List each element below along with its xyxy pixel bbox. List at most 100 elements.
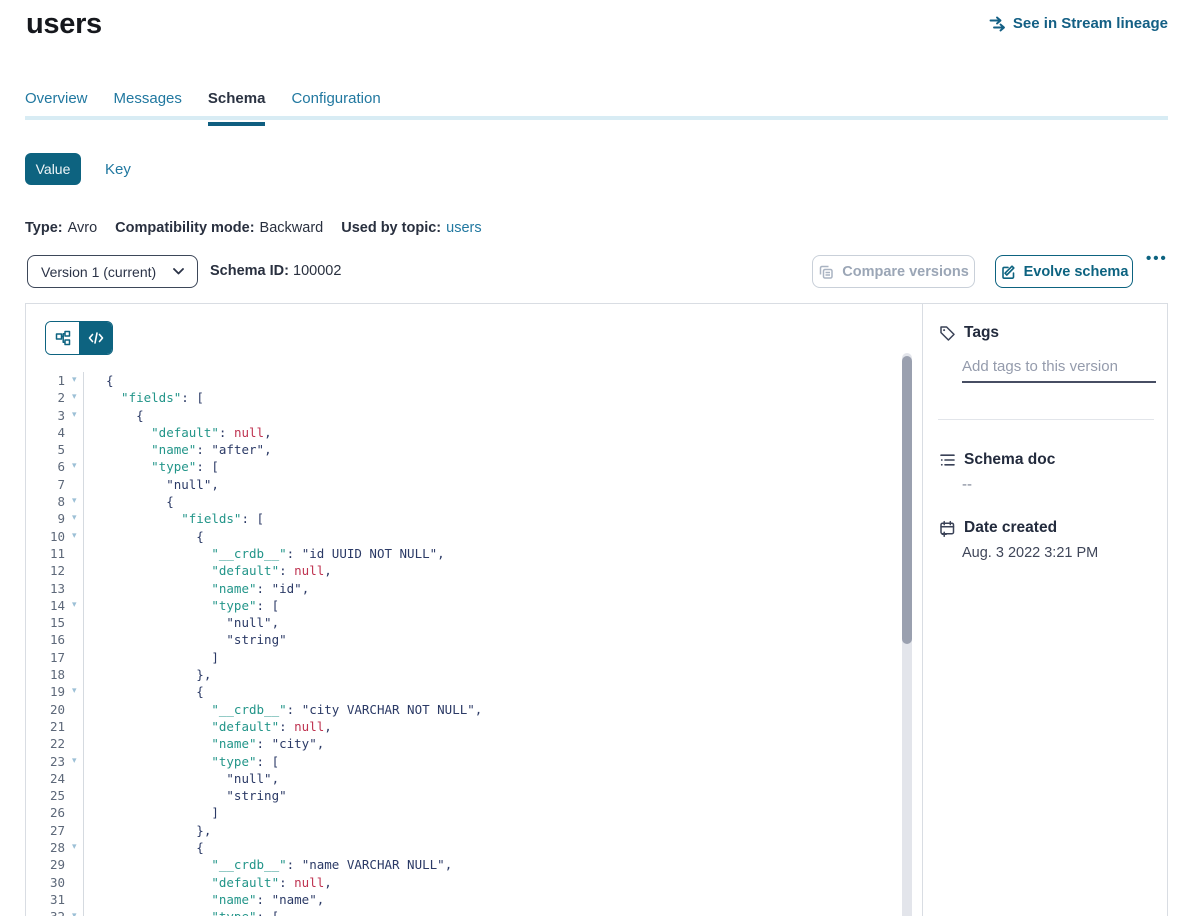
line-number: 31 xyxy=(26,891,65,908)
code-line: 10▾ { xyxy=(26,528,902,545)
fold-toggle-icon[interactable]: ▾ xyxy=(65,407,84,424)
code-line: 6▾ "type": [ xyxy=(26,458,902,475)
schema-page: users See in Stream lineage Overview Mes… xyxy=(0,0,1189,916)
line-number: 20 xyxy=(26,701,65,718)
fold-toggle-icon[interactable]: ▾ xyxy=(65,597,84,614)
compare-copy-icon xyxy=(818,264,834,280)
tab-schema[interactable]: Schema xyxy=(208,90,266,126)
line-number: 27 xyxy=(26,822,65,839)
tags-title: Tags xyxy=(964,324,999,342)
code-line: 7 "null", xyxy=(26,476,902,493)
line-number: 22 xyxy=(26,735,65,752)
code-text: ] xyxy=(84,804,219,821)
code-text: "null", xyxy=(84,770,279,787)
tab-messages[interactable]: Messages xyxy=(114,90,182,126)
calendar-add-icon xyxy=(939,520,956,537)
code-text: "name": "id", xyxy=(84,580,309,597)
code-text: "fields": [ xyxy=(84,510,264,527)
code-line: 29 "__crdb__": "name VARCHAR NULL", xyxy=(26,856,902,873)
scrollbar-thumb[interactable] xyxy=(902,356,912,644)
line-number: 6 xyxy=(26,458,65,475)
line-number: 9 xyxy=(26,510,65,527)
line-number: 15 xyxy=(26,614,65,631)
fold-toggle-icon[interactable]: ▾ xyxy=(65,753,84,770)
evolve-schema-label: Evolve schema xyxy=(1024,264,1129,280)
tags-section-header: Tags xyxy=(939,324,999,342)
fold-toggle-icon[interactable]: ▾ xyxy=(65,528,84,545)
version-dropdown[interactable]: Version 1 (current) xyxy=(27,255,198,288)
fold-toggle-icon[interactable]: ▾ xyxy=(65,458,84,475)
tree-view-icon[interactable] xyxy=(46,322,79,354)
code-text: "type": [ xyxy=(84,753,279,770)
schema-id-value: 100002 xyxy=(293,263,341,279)
chevron-down-icon xyxy=(173,268,184,275)
fold-gutter xyxy=(65,666,84,683)
fold-toggle-icon[interactable]: ▾ xyxy=(65,683,84,700)
schema-doc-title: Schema doc xyxy=(964,451,1055,469)
fold-gutter xyxy=(65,649,84,666)
value-toggle-button[interactable]: Value xyxy=(25,153,81,185)
code-text: { xyxy=(84,372,114,389)
fold-toggle-icon[interactable]: ▾ xyxy=(65,493,84,510)
fold-toggle-icon[interactable]: ▾ xyxy=(65,908,84,916)
code-text: "fields": [ xyxy=(84,389,204,406)
date-created-value: Aug. 3 2022 3:21 PM xyxy=(962,545,1098,561)
see-in-stream-lineage-link[interactable]: See in Stream lineage xyxy=(989,15,1168,32)
code-text: "__crdb__": "id UUID NOT NULL", xyxy=(84,545,445,562)
fold-toggle-icon[interactable]: ▾ xyxy=(65,389,84,406)
schema-doc-value: -- xyxy=(962,476,972,493)
evolve-schema-button[interactable]: Evolve schema xyxy=(995,255,1133,288)
fold-gutter xyxy=(65,856,84,873)
code-line: 13 "name": "id", xyxy=(26,580,902,597)
sidebar-divider xyxy=(938,419,1154,420)
code-line: 12 "default": null, xyxy=(26,562,902,579)
scrollbar-track[interactable] xyxy=(902,353,912,916)
code-text: "name": "name", xyxy=(84,891,324,908)
fold-toggle-icon[interactable]: ▾ xyxy=(65,510,84,527)
fold-gutter xyxy=(65,562,84,579)
list-icon xyxy=(939,452,956,468)
tab-overview[interactable]: Overview xyxy=(25,90,88,126)
more-actions-button[interactable]: ••• xyxy=(1146,250,1168,267)
code-text: }, xyxy=(84,666,211,683)
code-text: "name": "after", xyxy=(84,441,272,458)
add-tags-input[interactable] xyxy=(962,351,1156,383)
line-number: 3 xyxy=(26,407,65,424)
code-line: 16 "string" xyxy=(26,631,902,648)
code-line: 31 "name": "name", xyxy=(26,891,902,908)
line-number: 16 xyxy=(26,631,65,648)
fold-toggle-icon[interactable]: ▾ xyxy=(65,372,84,389)
code-text: { xyxy=(84,493,174,510)
compare-versions-button[interactable]: Compare versions xyxy=(812,255,975,288)
fold-toggle-icon[interactable]: ▾ xyxy=(65,839,84,856)
lineage-link-label: See in Stream lineage xyxy=(1013,15,1168,32)
date-created-title: Date created xyxy=(964,519,1057,537)
line-number: 7 xyxy=(26,476,65,493)
code-line: 5 "name": "after", xyxy=(26,441,902,458)
code-text: "string" xyxy=(84,631,287,648)
fold-gutter xyxy=(65,476,84,493)
code-text: "__crdb__": "city VARCHAR NOT NULL", xyxy=(84,701,482,718)
tab-configuration[interactable]: Configuration xyxy=(291,90,380,126)
code-text: { xyxy=(84,407,144,424)
tab-underline-track xyxy=(25,116,1168,120)
schema-id-label: Schema ID: xyxy=(210,263,289,279)
code-line: 32▾ "type": [ xyxy=(26,908,902,916)
code-line: 2▾ "fields": [ xyxy=(26,389,902,406)
page-title: users xyxy=(26,8,102,41)
code-view-icon[interactable] xyxy=(79,322,112,354)
compatibility-value: Backward xyxy=(260,220,324,236)
compare-versions-label: Compare versions xyxy=(842,264,969,280)
view-mode-toggle xyxy=(45,321,113,355)
fold-gutter xyxy=(65,545,84,562)
code-text: "null", xyxy=(84,614,279,631)
value-key-toggle: Value Key xyxy=(25,153,131,185)
key-toggle-button[interactable]: Key xyxy=(105,161,131,178)
topic-link[interactable]: users xyxy=(446,220,481,236)
code-line: 3▾ { xyxy=(26,407,902,424)
code-line: 30 "default": null, xyxy=(26,874,902,891)
line-number: 13 xyxy=(26,580,65,597)
line-number: 26 xyxy=(26,804,65,821)
line-number: 21 xyxy=(26,718,65,735)
code-text: "__crdb__": "name VARCHAR NULL", xyxy=(84,856,452,873)
